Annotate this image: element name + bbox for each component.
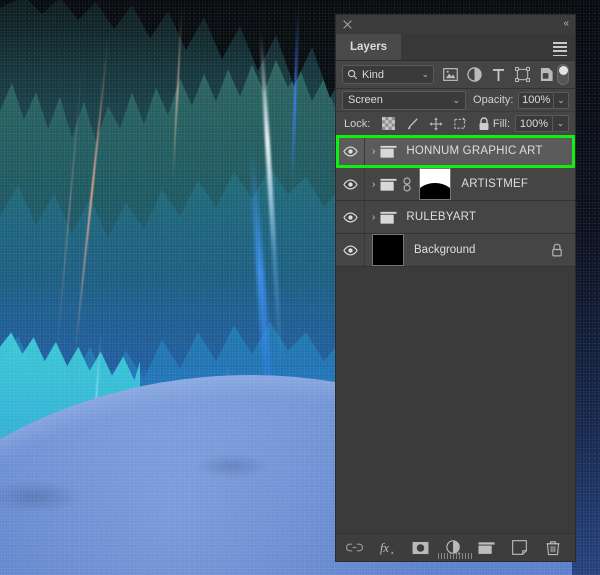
layer-mask-thumbnail[interactable] <box>419 168 452 200</box>
table-row[interactable]: › HONNUM GRAPHIC ART <box>336 135 575 168</box>
filter-kind-select[interactable]: Kind ⌄ <box>342 65 434 84</box>
lock-buttons <box>381 116 491 131</box>
expand-group-icon[interactable]: › <box>372 146 375 157</box>
blend-mode-value: Screen <box>348 94 383 106</box>
close-icon[interactable] <box>342 19 353 30</box>
layer-name: ARTISTMEF <box>461 178 529 190</box>
eye-icon <box>342 245 358 255</box>
fill-label: Fill: <box>492 117 510 130</box>
layer-thumbnail[interactable] <box>372 234 404 266</box>
layer-visibility-toggle[interactable] <box>336 201 365 233</box>
filter-kind-label: Kind <box>362 68 385 81</box>
eye-icon <box>342 146 358 156</box>
layer-name: RULEBYART <box>406 211 477 223</box>
panel-tab-bar: Layers <box>336 34 575 61</box>
expand-group-icon[interactable]: › <box>372 212 375 223</box>
add-layer-mask-icon[interactable] <box>412 539 429 556</box>
new-layer-icon[interactable] <box>511 539 528 556</box>
blend-mode-select[interactable]: Screen ⌄ <box>342 90 467 110</box>
svg-text:fx: fx <box>380 540 389 554</box>
smart-object-filter-icon[interactable] <box>539 67 554 82</box>
expand-group-icon[interactable]: › <box>372 179 375 190</box>
collapse-panel-icon[interactable]: « <box>563 19 568 29</box>
layer-name: Background <box>414 244 476 256</box>
link-layers-icon[interactable] <box>346 539 363 556</box>
lock-position-icon[interactable] <box>429 117 443 131</box>
filter-type-buttons <box>443 67 554 82</box>
layer-visibility-toggle[interactable] <box>336 168 365 200</box>
opacity-label: Opacity: <box>473 94 514 106</box>
lock-all-icon[interactable] <box>477 116 491 131</box>
eye-icon <box>342 179 358 189</box>
type-filter-icon[interactable] <box>491 67 506 82</box>
table-row[interactable]: Background <box>336 234 575 267</box>
layer-name: HONNUM GRAPHIC ART <box>406 145 543 157</box>
lock-transparent-pixels-icon[interactable] <box>381 117 395 131</box>
toggle-knob <box>558 66 568 75</box>
pixel-filter-icon[interactable] <box>443 67 458 82</box>
adjustment-filter-icon[interactable] <box>467 67 482 82</box>
tab-layers[interactable]: Layers <box>336 34 402 60</box>
delete-layer-icon[interactable] <box>544 539 561 556</box>
panel-menu-icon[interactable] <box>553 42 567 57</box>
layers-panel-toolbar: fx <box>336 533 575 561</box>
table-row[interactable]: › ARTISTMEF <box>336 168 575 201</box>
lock-image-pixels-icon[interactable] <box>405 117 419 131</box>
screenshot-root: « Layers Kind ⌄ Screen ⌄ Opacity: 100% ⌄… <box>0 0 600 575</box>
blend-mode-bar: Screen ⌄ Opacity: 100% ⌄ <box>336 89 575 112</box>
fill-stepper-icon[interactable]: ⌄ <box>553 115 569 132</box>
eye-icon <box>342 212 358 222</box>
fill-input[interactable]: 100% <box>515 115 553 132</box>
folder-icon <box>380 145 397 158</box>
filter-enable-toggle[interactable] <box>557 64 569 85</box>
panel-resize-grip[interactable] <box>437 553 474 559</box>
panel-title-bar: « <box>336 15 575 34</box>
layer-locked-icon <box>551 243 563 257</box>
layer-filter-bar: Kind ⌄ <box>336 61 575 89</box>
lock-bar: Lock: Fill: 100% ⌄ <box>336 112 575 135</box>
link-mask-icon[interactable] <box>402 177 412 192</box>
layers-panel: « Layers Kind ⌄ Screen ⌄ Opacity: 100% ⌄… <box>335 14 576 562</box>
layer-list: › HONNUM GRAPHIC ART › ARTISTMEF › RULEB… <box>336 135 575 533</box>
lock-label: Lock: <box>344 117 371 130</box>
table-row[interactable]: › RULEBYART <box>336 201 575 234</box>
opacity-stepper-icon[interactable]: ⌄ <box>554 91 569 109</box>
layer-visibility-toggle[interactable] <box>336 234 365 266</box>
layer-visibility-toggle[interactable] <box>336 135 365 167</box>
opacity-input[interactable]: 100% <box>518 91 554 109</box>
search-icon <box>347 69 358 80</box>
shape-filter-icon[interactable] <box>515 67 530 82</box>
chevron-down-icon: ⌄ <box>421 69 429 79</box>
chevron-down-icon: ⌄ <box>452 94 461 105</box>
lock-artboard-nesting-icon[interactable] <box>453 117 467 131</box>
new-group-icon[interactable] <box>478 539 495 556</box>
folder-icon <box>380 211 397 224</box>
folder-icon <box>380 178 397 191</box>
add-layer-style-icon[interactable]: fx <box>379 539 396 556</box>
